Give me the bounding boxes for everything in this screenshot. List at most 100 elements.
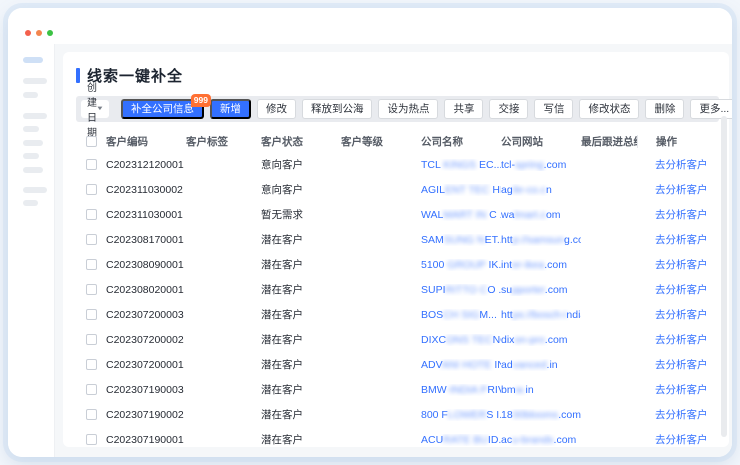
sidebar-item[interactable] <box>23 92 38 98</box>
company-website-link[interactable]: http://samsung.com <box>501 234 581 246</box>
company-website-link[interactable]: bmw.in <box>501 384 581 396</box>
table-row: C202307200002潜在客户DIXCONS TECNO...dixon-p… <box>76 327 719 352</box>
company-name-link[interactable]: ADVANI HOTE IN... <box>421 359 501 371</box>
sidebar-item[interactable] <box>23 200 38 206</box>
company-name-link[interactable]: 800 FLOWERS I... <box>421 409 501 421</box>
table-row: C202308020001潜在客户SUPIRITTO CO ...support… <box>76 277 719 302</box>
company-name-link[interactable]: BMW-INDIA PRIV... <box>421 384 501 396</box>
company-name-link[interactable]: SUPIRITTO CO ... <box>421 284 501 296</box>
redacted-text: vanced <box>513 359 547 371</box>
sidebar-item[interactable] <box>23 167 43 173</box>
minimize-window-icon[interactable] <box>36 30 42 36</box>
table-row: C202307190003潜在客户BMW-INDIA PRIV...bmw.in… <box>76 377 719 402</box>
company-name-link[interactable]: SAMSUNG NET... <box>421 234 501 246</box>
toolbar-button[interactable]: 交接 <box>489 99 528 119</box>
company-name-link[interactable]: ACURATE BUID... <box>421 434 501 446</box>
page-title-text: 线索一键补全 <box>87 65 183 86</box>
company-name-link[interactable]: DIXCONS TECNO... <box>421 334 501 346</box>
add-button-label: 新增 <box>220 104 241 115</box>
row-checkbox[interactable] <box>86 259 97 270</box>
redacted-text: CH SIG <box>443 309 479 321</box>
customer-code: C202307190003 <box>106 384 186 396</box>
company-name-link[interactable]: BOSCH SIGM... <box>421 309 501 321</box>
company-website-link[interactable]: walmart.com <box>501 209 581 221</box>
redacted-text: RITTO C <box>446 284 488 296</box>
row-checkbox[interactable] <box>86 359 97 370</box>
row-checkbox[interactable] <box>86 334 97 345</box>
company-name-link[interactable]: AGILENT TEC HN... <box>421 184 501 196</box>
create-date-filter-select[interactable]: 创建日期 ▼ <box>81 100 109 118</box>
toolbar-button[interactable]: 设为热点 <box>378 99 438 119</box>
company-name-link[interactable]: TCL KINGS EC... <box>421 159 501 171</box>
row-checkbox[interactable] <box>86 234 97 245</box>
analyze-customer-link[interactable]: 去分析客户 <box>655 332 719 347</box>
customer-code: C202307200002 <box>106 334 186 346</box>
close-window-icon[interactable] <box>25 30 31 36</box>
add-button[interactable]: 新增 <box>210 99 251 119</box>
sidebar-item-active[interactable] <box>23 57 43 63</box>
company-website-link[interactable]: supporter.com <box>501 284 581 296</box>
company-website-link[interactable]: agile-co.cn <box>501 184 581 196</box>
toolbar-button[interactable]: 共享 <box>444 99 483 119</box>
analyze-customer-link[interactable]: 去分析客户 <box>655 157 719 172</box>
row-checkbox[interactable] <box>86 309 97 320</box>
toolbar: 创建日期 ▼ 补全公司信息 999 新增 修改释放到公海设为热点共享交接写信修改… <box>76 96 719 122</box>
row-checkbox[interactable] <box>86 209 97 220</box>
complete-company-info-label: 补全公司信息 <box>131 104 194 115</box>
company-website-link[interactable]: acu-brands.com <box>501 434 581 446</box>
analyze-customer-link[interactable]: 去分析客户 <box>655 207 719 222</box>
company-name-link[interactable]: 5100 GROUP IK... <box>421 259 501 271</box>
row-checkbox[interactable] <box>86 384 97 395</box>
analyze-customer-link[interactable]: 去分析客户 <box>655 382 719 397</box>
customer-code: C202307190002 <box>106 409 186 421</box>
row-checkbox[interactable] <box>86 159 97 170</box>
sidebar-item[interactable] <box>23 140 43 146</box>
analyze-customer-link[interactable]: 去分析客户 <box>655 232 719 247</box>
analyze-customer-link[interactable]: 去分析客户 <box>655 182 719 197</box>
complete-company-info-button[interactable]: 补全公司信息 999 <box>121 99 204 119</box>
sidebar-item[interactable] <box>23 187 47 193</box>
sidebar-item[interactable] <box>23 113 47 119</box>
analyze-customer-link[interactable]: 去分析客户 <box>655 432 719 447</box>
company-website-link[interactable]: 1800blooms.com <box>501 409 581 421</box>
customer-code: C202308020001 <box>106 284 186 296</box>
company-website-link[interactable]: tcl-spring.com <box>501 159 581 171</box>
company-website-link[interactable]: advanced.in <box>501 359 581 371</box>
maximize-window-icon[interactable] <box>47 30 53 36</box>
table-row: C202312120001意向客户TCL KINGS EC...tcl-spri… <box>76 152 719 177</box>
analyze-customer-link[interactable]: 去分析客户 <box>655 407 719 422</box>
column-header: 公司名称 <box>421 134 501 149</box>
row-checkbox[interactable] <box>86 409 97 420</box>
sidebar-item[interactable] <box>23 78 47 84</box>
column-header: 最后跟进总结 <box>581 134 637 149</box>
company-website-link[interactable]: dixon-pro.com <box>501 334 581 346</box>
customer-code: C202307190001 <box>106 434 186 446</box>
sidebar-item[interactable] <box>23 153 39 159</box>
select-all-checkbox[interactable] <box>86 136 97 147</box>
content-card: 线索一键补全 创建日期 ▼ 补全公司信息 999 新增 修改释放到公海设为热点共… <box>63 52 729 447</box>
row-checkbox[interactable] <box>86 434 97 445</box>
chevron-down-icon: ▼ <box>96 106 104 112</box>
row-checkbox[interactable] <box>86 284 97 295</box>
analyze-customer-link[interactable]: 去分析客户 <box>655 282 719 297</box>
analyze-customer-link[interactable]: 去分析客户 <box>655 257 719 272</box>
table-body: C202312120001意向客户TCL KINGS EC...tcl-spri… <box>76 152 719 452</box>
redacted-text: ANI HOTE <box>442 359 492 371</box>
toolbar-button[interactable]: 修改状态 <box>579 99 639 119</box>
vertical-scrollbar[interactable] <box>721 116 727 437</box>
toolbar-button[interactable]: 写信 <box>534 99 573 119</box>
company-website-link[interactable]: https://bosch-india.... <box>501 309 581 321</box>
company-name-link[interactable]: WALMART IN C . <box>421 209 501 221</box>
company-website-link[interactable]: inter-ikea.com <box>501 259 581 271</box>
toolbar-button[interactable]: 释放到公海 <box>302 99 373 119</box>
toolbar-button[interactable]: 删除 <box>645 99 684 119</box>
customer-code: C202312120001 <box>106 159 186 171</box>
redacted-text: on-pro <box>514 334 544 346</box>
redacted-text: ps://bosch-i <box>513 309 567 321</box>
sidebar-item[interactable] <box>23 126 39 132</box>
row-checkbox[interactable] <box>86 184 97 195</box>
toolbar-button[interactable]: 修改 <box>257 99 296 119</box>
analyze-customer-link[interactable]: 去分析客户 <box>655 307 719 322</box>
analyze-customer-link[interactable]: 去分析客户 <box>655 357 719 372</box>
customer-code: C202311030001 <box>106 209 186 221</box>
